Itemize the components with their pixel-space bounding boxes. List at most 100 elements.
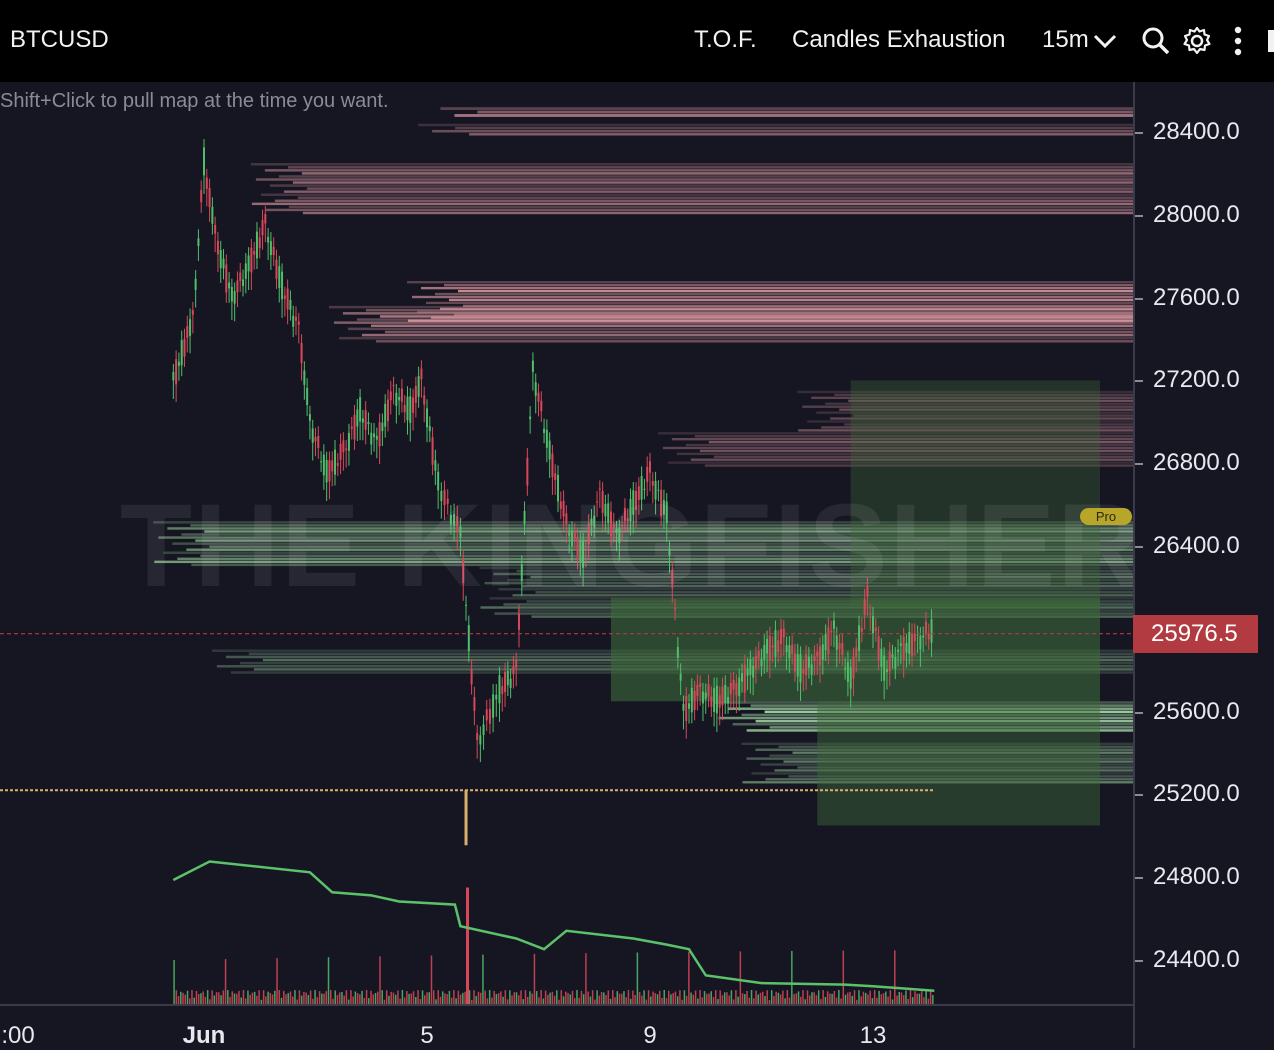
volume-bar [341,992,343,1004]
candle-body [924,621,927,635]
candle-body [802,668,805,674]
volume-bar [509,990,511,1004]
volume-bar [473,990,475,1004]
volume-bar [710,991,713,1004]
candle-body [470,669,473,685]
liquidation-heatmap-chart[interactable] [0,82,1133,1004]
candle-body [400,388,403,402]
volume-bar [813,992,815,1004]
candle-body [562,500,565,517]
candle-body [172,372,175,381]
volume-bar [204,996,207,1004]
chevron-down-icon[interactable] [1092,30,1120,54]
price-tick-mark [1135,380,1143,383]
volume-bar [701,997,704,1004]
volume-bar [177,996,180,1004]
candle-body [777,640,780,653]
candle-body [278,266,281,289]
volume-bar [180,991,182,1004]
candle-body [205,177,208,189]
liquidity-line [347,327,1133,331]
volume-bar [417,990,419,1004]
time-axis[interactable]: :00 Jun 5 9 13 [0,1004,1133,1049]
price-tick-mark [1135,794,1143,797]
candle-body [289,300,292,310]
volume-bar [773,996,775,1004]
candle-body [746,668,749,676]
volume-bar [674,991,677,1004]
volume-bar [303,992,305,1004]
volume-bar [240,997,242,1004]
panel-edge-icon [1268,30,1274,52]
candle-body [660,489,663,516]
candle-body [674,608,677,610]
candle-body [384,403,387,427]
search-icon[interactable] [1140,24,1172,58]
liquidity-line [469,133,1133,136]
liquidity-line [370,324,1133,328]
symbol-label[interactable]: BTCUSD [10,26,109,54]
candle-body [651,481,654,486]
candle-body [440,490,443,501]
candle-body [272,246,275,256]
more-vertical-icon[interactable] [1228,24,1248,58]
volume-bar [616,991,619,1004]
volume-bar [475,996,477,1004]
candle-body [537,392,540,402]
volume-bar [502,996,504,1004]
candle-body [685,695,688,721]
liquidity-line [356,318,1133,321]
volume-bar [513,992,516,1004]
volume-bar [515,992,518,1004]
candle-body [336,463,339,466]
volume-bar [267,991,269,1004]
indicator-candles-exhaustion[interactable]: Candles Exhaustion [792,26,1005,54]
liquidity-line [426,301,1133,305]
volume-bar [764,996,766,1004]
candle-body [495,694,498,700]
candle-body [255,231,258,259]
price-axis[interactable]: 28400.0 28000.0 27600.0 27200.0 26800.0 26400… [1133,82,1274,1048]
candle-body [780,629,783,644]
volume-bar [614,997,616,1004]
indicator-tof[interactable]: T.O.F. [694,26,757,54]
candle-body [465,604,468,606]
candle-body [423,395,426,405]
candle-body [453,514,456,526]
volume-bar [285,994,287,1004]
candle-body [657,489,660,491]
candle-body [905,643,908,653]
gear-icon[interactable] [1182,24,1214,58]
liquidity-line [477,110,1133,114]
volume-bar [182,992,184,1004]
candle-body [640,476,643,500]
volume-bar [493,990,495,1004]
volume-bar [531,993,533,1004]
volume-bar [173,960,175,1004]
volume-bar [741,993,744,1004]
volume-bar [338,992,341,1004]
volume-bar [735,990,737,1004]
chart-area[interactable] [0,82,1133,1004]
volume-bar [759,992,762,1004]
liquidity-line [421,286,1133,290]
volume-bar [556,990,558,1004]
candle-body [294,316,297,321]
candle-body [671,569,674,588]
candle-body [214,224,217,234]
candle-body [584,549,587,551]
pro-badge[interactable]: Pro [1080,508,1132,525]
candle-body [498,675,501,704]
candle-body [203,147,205,176]
candle-body [729,683,732,695]
liquidity-line [412,295,1133,299]
volume-bar [535,991,538,1004]
candle-body [793,653,796,672]
volume-bar [750,990,753,1004]
candle-body [414,386,417,403]
cumulative-volume-line [172,860,935,993]
candle-body [197,238,200,247]
liquidity-line [375,340,1133,343]
timeframe-selector[interactable]: 15m [1042,26,1089,54]
volume-bar [932,994,934,1004]
